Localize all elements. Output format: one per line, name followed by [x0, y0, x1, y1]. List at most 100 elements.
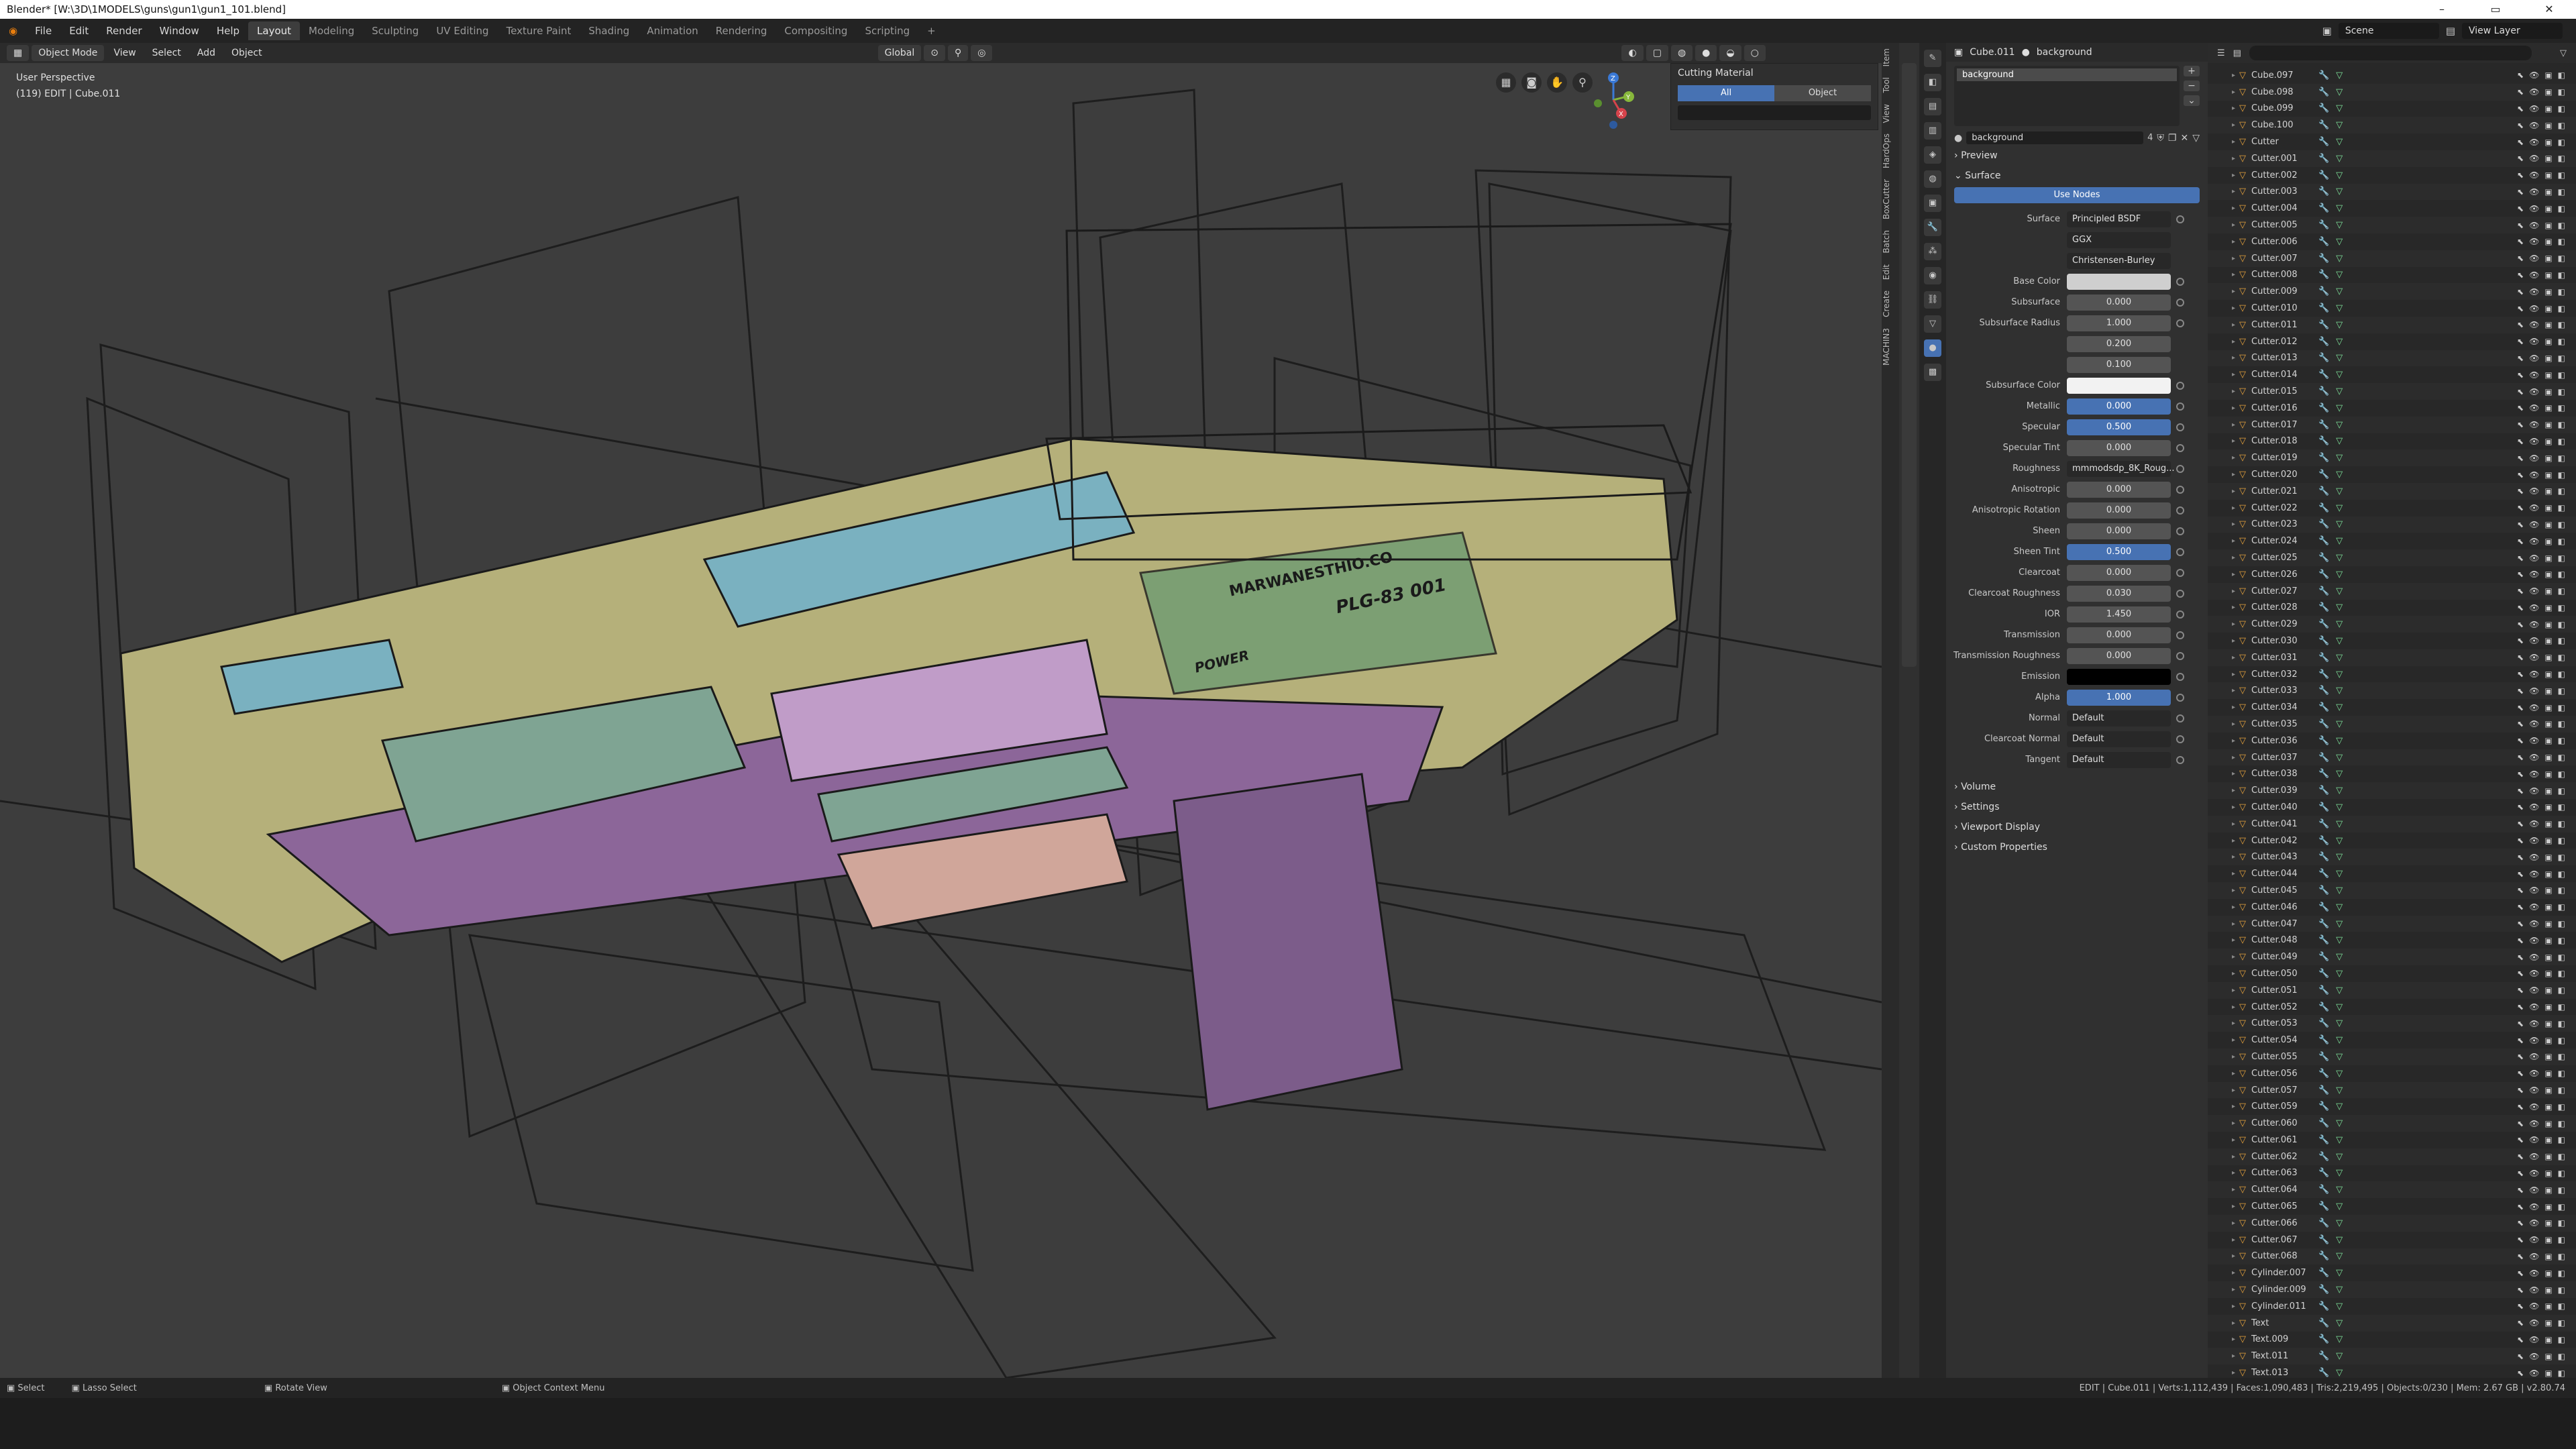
section-viewport-display[interactable]: › Viewport Display [1946, 817, 2208, 837]
visibility-toggles[interactable]: ⬉👁▣◧ [2517, 985, 2576, 995]
outliner-item[interactable]: ▸ ▽ Cutter.041 🔧 ▽ ⬉👁▣◧ [2208, 815, 2576, 833]
overlays-icon[interactable]: ◐ [1621, 45, 1644, 61]
physics-icon[interactable]: ◉ [1924, 267, 1941, 284]
mesh-data-icon[interactable]: ▽ [2336, 1135, 2343, 1145]
visibility-toggles[interactable]: ⬉👁▣◧ [2517, 453, 2576, 463]
modifier-wrench-icon[interactable]: 🔧 [2318, 1235, 2329, 1245]
section-surface[interactable]: ⌄ Surface [1946, 166, 2208, 186]
bsdf-input-value[interactable]: 0.200 [2067, 335, 2171, 352]
mesh-data-icon[interactable]: ▽ [2336, 87, 2343, 97]
mesh-data-icon[interactable]: ▽ [2336, 503, 2343, 513]
outliner-item[interactable]: ▸ ▽ Cutter.026 🔧 ▽ ⬉👁▣◧ [2208, 566, 2576, 583]
material-name-field[interactable]: background [1966, 131, 2144, 144]
expand-arrow-icon[interactable]: ▸ [2232, 1203, 2235, 1210]
distribution-dropdown[interactable]: GGX [2067, 231, 2171, 248]
modifier-wrench-icon[interactable]: 🔧 [2318, 1135, 2329, 1145]
visibility-toggles[interactable]: ⬉👁▣◧ [2517, 320, 2576, 329]
outliner-item[interactable]: ▸ ▽ Cutter.047 🔧 ▽ ⬉👁▣◧ [2208, 915, 2576, 932]
bsdf-input-value[interactable]: mmmodsdp_8K_Roug... [2067, 460, 2175, 477]
modifier-wrench-icon[interactable]: 🔧 [2318, 120, 2329, 130]
expand-arrow-icon[interactable]: ▸ [2232, 271, 2235, 278]
modifier-wrench-icon[interactable]: 🔧 [2318, 237, 2329, 247]
mesh-data-icon[interactable]: ▽ [2336, 686, 2343, 696]
modifier-wrench-icon[interactable]: 🔧 [2318, 519, 2329, 529]
sidetab-tool[interactable]: Tool [1882, 72, 1899, 98]
outliner-item[interactable]: ▸ ▽ Cutter.048 🔧 ▽ ⬉👁▣◧ [2208, 932, 2576, 949]
mesh-data-icon[interactable]: ▽ [2336, 736, 2343, 746]
expand-arrow-icon[interactable]: ▸ [2232, 488, 2235, 495]
outliner-item[interactable]: ▸ ▽ Text.009 🔧 ▽ ⬉👁▣◧ [2208, 1332, 2576, 1348]
outliner-item[interactable]: ▸ ▽ Cutter.032 🔧 ▽ ⬉👁▣◧ [2208, 666, 2576, 683]
outliner-item[interactable]: ▸ ▽ Cutter.057 🔧 ▽ ⬉👁▣◧ [2208, 1081, 2576, 1099]
mesh-data-icon[interactable]: ▽ [2336, 1285, 2343, 1295]
visibility-toggles[interactable]: ⬉👁▣◧ [2517, 919, 2576, 928]
section-preview[interactable]: › Preview [1946, 146, 2208, 166]
expand-arrow-icon[interactable]: ▸ [2232, 354, 2235, 362]
outliner-editor-icon[interactable]: ☰ [2217, 48, 2225, 58]
3d-viewport[interactable]: User Perspective (119) EDIT | Cube.011 M… [0, 63, 1882, 1378]
scene-selector[interactable]: Scene [2338, 23, 2439, 39]
visibility-toggles[interactable]: ⬉👁▣◧ [2517, 1135, 2576, 1144]
mesh-data-icon[interactable]: ▽ [2336, 353, 2343, 363]
outliner-item[interactable]: ▸ ▽ Cutter.017 🔧 ▽ ⬉👁▣◧ [2208, 416, 2576, 433]
outliner-item[interactable]: ▸ ▽ Cutter.044 🔧 ▽ ⬉👁▣◧ [2208, 865, 2576, 882]
expand-arrow-icon[interactable]: ▸ [2232, 471, 2235, 478]
tab-scripting[interactable]: Scripting [856, 21, 918, 40]
mesh-data-icon[interactable]: ▽ [2336, 103, 2343, 113]
bsdf-input-value[interactable]: 0.000 [2067, 398, 2171, 415]
mesh-data-icon[interactable]: ▽ [2336, 203, 2343, 213]
visibility-toggles[interactable]: ⬉👁▣◧ [2517, 337, 2576, 346]
outliner-item[interactable]: ▸ ▽ Cutter.037 🔧 ▽ ⬉👁▣◧ [2208, 749, 2576, 766]
outliner-item[interactable]: ▸ ▽ Cutter.021 🔧 ▽ ⬉👁▣◧ [2208, 482, 2576, 500]
modifier-wrench-icon[interactable]: 🔧 [2318, 1018, 2329, 1028]
mesh-data-icon[interactable]: ▽ [2336, 570, 2343, 580]
outliner-item[interactable]: ▸ ▽ Cutter.034 🔧 ▽ ⬉👁▣◧ [2208, 699, 2576, 716]
menu-help[interactable]: Help [208, 25, 248, 37]
modifier-wrench-icon[interactable]: 🔧 [2318, 1152, 2329, 1162]
mesh-data-icon[interactable]: ▽ [2336, 486, 2343, 496]
expand-arrow-icon[interactable]: ▸ [2232, 687, 2235, 694]
expand-arrow-icon[interactable]: ▸ [2232, 1236, 2235, 1244]
expand-arrow-icon[interactable]: ▸ [2232, 1369, 2235, 1377]
visibility-toggles[interactable]: ⬉👁▣◧ [2517, 470, 2576, 480]
cutting-tab-all[interactable]: All [1678, 85, 1774, 101]
visibility-toggles[interactable]: ⬉👁▣◧ [2517, 1152, 2576, 1161]
expand-arrow-icon[interactable]: ▸ [2232, 770, 2235, 777]
modifier-wrench-icon[interactable]: 🔧 [2318, 70, 2329, 80]
expand-arrow-icon[interactable]: ▸ [2232, 1169, 2235, 1177]
input-socket-icon[interactable] [2176, 506, 2184, 515]
mesh-data-icon[interactable]: ▽ [2336, 1368, 2343, 1378]
visibility-toggles[interactable]: ⬉👁▣◧ [2517, 1069, 2576, 1078]
bsdf-input-value[interactable]: 0.000 [2067, 523, 2171, 539]
outliner-item[interactable]: ▸ ▽ Cutter.014 🔧 ▽ ⬉👁▣◧ [2208, 366, 2576, 383]
modifier-wrench-icon[interactable]: 🔧 [2318, 386, 2329, 396]
outliner-item[interactable]: ▸ ▽ Text.011 🔧 ▽ ⬉👁▣◧ [2208, 1348, 2576, 1365]
outliner-item[interactable]: ▸ ▽ Cutter.052 🔧 ▽ ⬉👁▣◧ [2208, 999, 2576, 1016]
visibility-toggles[interactable]: ⬉👁▣◧ [2517, 553, 2576, 563]
fake-user-icon[interactable]: ⛨ [2157, 133, 2164, 144]
outliner-item[interactable]: ▸ ▽ Cutter.027 🔧 ▽ ⬉👁▣◧ [2208, 582, 2576, 600]
mesh-data-icon[interactable]: ▽ [2336, 1018, 2343, 1028]
mesh-data-icon[interactable]: ▽ [2336, 536, 2343, 546]
expand-arrow-icon[interactable]: ▸ [2232, 704, 2235, 711]
modifier-wrench-icon[interactable]: 🔧 [2318, 453, 2329, 463]
mesh-data-icon[interactable]: ▽ [2336, 1218, 2343, 1228]
modifier-wrench-icon[interactable]: 🔧 [2318, 170, 2329, 180]
bsdf-input-value[interactable]: 1.000 [2067, 315, 2171, 331]
expand-arrow-icon[interactable]: ▸ [2232, 737, 2235, 745]
expand-arrow-icon[interactable]: ▸ [2232, 588, 2235, 595]
visibility-toggles[interactable]: ⬉👁▣◧ [2517, 603, 2576, 612]
use-nodes-button[interactable]: Use Nodes [1954, 187, 2200, 203]
mesh-data-icon[interactable]: ▽ [2336, 852, 2343, 862]
expand-arrow-icon[interactable]: ▸ [2232, 371, 2235, 378]
mesh-data-icon[interactable]: ▽ [2336, 802, 2343, 812]
expand-arrow-icon[interactable]: ▸ [2232, 1220, 2235, 1227]
outliner-item[interactable]: ▸ ▽ Cutter.055 🔧 ▽ ⬉👁▣◧ [2208, 1049, 2576, 1065]
expand-arrow-icon[interactable]: ▸ [2232, 936, 2235, 944]
bsdf-input-value[interactable]: Default [2067, 710, 2171, 727]
outliner-item[interactable]: ▸ ▽ Cutter.036 🔧 ▽ ⬉👁▣◧ [2208, 733, 2576, 749]
visibility-toggles[interactable]: ⬉👁▣◧ [2517, 1218, 2576, 1228]
input-socket-icon[interactable] [2176, 693, 2184, 702]
visibility-toggles[interactable]: ⬉👁▣◧ [2517, 869, 2576, 879]
outliner-item[interactable]: ▸ ▽ Cutter.006 🔧 ▽ ⬉👁▣◧ [2208, 233, 2576, 250]
